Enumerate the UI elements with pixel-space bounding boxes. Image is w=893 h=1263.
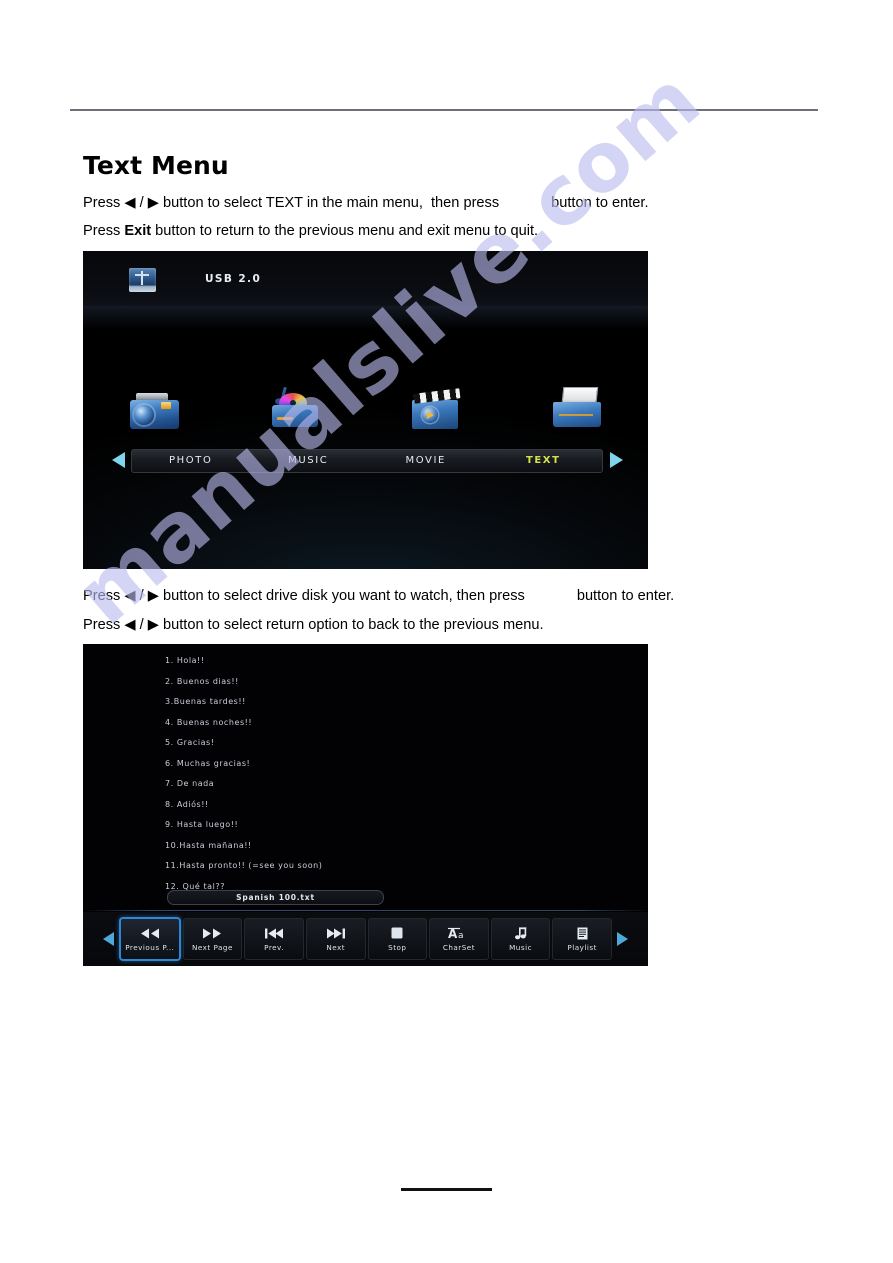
text-line: 10.Hasta mañana!! [165,840,252,850]
text-line: 9. Hasta luego!! [165,820,239,830]
arrow-right-icon[interactable] [617,932,628,947]
filename-label: Spanish 100.txt [236,893,315,903]
skip-next-icon [326,927,346,940]
text-line: 7. De nada [165,779,215,789]
menu-item-movie[interactable]: MOVIE [367,455,485,466]
menu-item-photo-label: PHOTO [169,455,213,467]
intro-line-1-suffix: button to enter. [551,194,649,211]
footer-divider [401,1188,492,1191]
text-line: 2. Buenos dias!! [165,676,239,686]
toolbar-button-music-label: Music [509,942,533,952]
intro-line-1: Press ◀ / ▶ button to select TEXT in the… [83,194,843,214]
toolbar-button-playlist-label: Playlist [567,942,597,952]
exit-keyword: Exit [124,223,152,240]
menu-item-music-label: MUSIC [288,455,329,467]
clapperboard-icon [408,388,464,431]
arrow-right-icon[interactable] [610,451,623,468]
page-content: Text Menu Press ◀ / ▶ button to select T… [83,151,843,967]
toolbar-button-next-page[interactable]: Next Page [182,918,243,961]
toolbar-button-charset-label: CharSet [442,942,476,952]
toolbar-button-previous-page[interactable]: Previous P... [119,917,181,962]
toolbar-button-next[interactable]: Next [305,918,366,961]
manual-page: manualslive.com Text Menu Press ◀ / ▶ bu… [0,0,893,1263]
text-line: 8. Adiós!! [165,799,209,809]
toolbar-divider [83,910,648,912]
header-divider [70,109,818,111]
camera-icon [127,391,181,431]
music-disc-icon [268,386,322,431]
mid-line-1-suffix: button to enter. [576,587,675,604]
text-content-area: 1. Hola!! 2. Buenos dias!! 3.Buenas tard… [83,644,648,902]
arrow-left-icon[interactable] [103,932,114,947]
usb-drive-icon [129,267,156,292]
mid-line-1-prefix: Press ◀ / ▶ button to select drive disk … [83,587,525,604]
menu-item-movie-label: MOVIE [405,455,446,467]
player-toolbar: Previous P... Next Page Prev. Next Stop … [83,912,648,967]
menu-icon-text[interactable] [507,369,648,431]
menu-item-photo[interactable]: PHOTO [132,455,250,466]
toolbar-button-playlist[interactable]: Playlist [552,918,612,961]
intro-line-2-prefix: Press [83,223,125,240]
arrow-left-icon[interactable] [112,451,125,468]
device-label: USB 2.0 [205,272,262,285]
menu-icon-movie[interactable] [366,369,507,431]
skip-previous-icon [264,927,284,940]
intro-line-1-prefix: Press ◀ / ▶ button to select TEXT in the… [83,194,500,211]
toolbar-button-stop[interactable]: Stop [367,918,428,961]
text-line: 3.Buenas tardes!! [165,697,246,707]
toolbar-button-next-page-label: Next Page [191,942,233,952]
menu-item-text-label: TEXT [525,455,561,467]
stop-icon [391,927,403,940]
menu-icon-photo[interactable] [83,369,224,431]
toolbar-button-stop-label: Stop [388,942,407,952]
menu-icon-row [83,369,648,431]
text-line: 4. Buenas noches!! [165,717,253,727]
toolbar-button-charset[interactable]: A a CharSet [429,918,489,961]
device-topbar [83,250,648,307]
menu-item-music[interactable]: MUSIC [250,455,368,466]
mid-line-2: Press ◀ / ▶ button to select return opti… [83,616,544,633]
text-line: 6. Muchas gracias! [165,758,251,768]
font-aa-icon: A a [447,927,470,940]
page-title: Text Menu [83,151,229,180]
text-line: 1. Hola!! [165,656,205,666]
intro-line-2-suffix: button to return to the previous menu an… [151,223,539,240]
toolbar-button-music[interactable]: Music [490,918,551,961]
fast-forward-icon [202,927,222,940]
music-note-icon [514,927,528,940]
text-line: 11.Hasta pronto!! (=see you soon) [165,861,323,871]
text-line: 5. Gracias! [165,738,215,748]
text-viewer-screenshot: 1. Hola!! 2. Buenos dias!! 3.Buenas tard… [83,644,648,967]
menu-item-text[interactable]: TEXT [485,450,603,472]
rewind-icon [140,927,160,940]
toolbar-button-previous-page-label: Previous P... [125,942,175,952]
menu-icon-music[interactable] [224,369,365,431]
main-menu-strip: PHOTO MUSIC MOVIE TEXT [131,448,603,473]
toolbar-button-prev-label: Prev. [264,942,285,952]
playlist-icon [577,927,588,940]
filename-bar: Spanish 100.txt [167,890,384,906]
main-menu-screenshot: USB 2.0 PHOTO MUSIC MOVIE TEXT [83,250,648,569]
toolbar-button-prev[interactable]: Prev. [244,918,304,961]
topbar-sheen [83,306,648,329]
document-folder-icon [550,386,604,431]
svg-text:a: a [458,931,464,939]
mid-line-1: Press ◀ / ▶ button to select drive disk … [83,587,843,607]
intro-line-2: Press Exit button to return to the previ… [83,222,843,242]
toolbar-button-next-label: Next [326,942,346,952]
